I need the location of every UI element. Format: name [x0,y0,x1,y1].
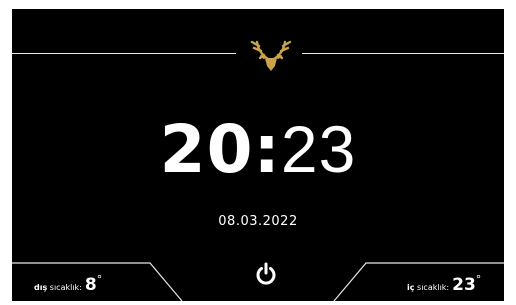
thermostat-screen: 20:23 08.03.2022 dış sıcaklık: 8° iç sıca… [12,9,504,301]
bottom-frame-lines [12,262,504,301]
outdoor-temperature-label: dış sıcaklık: [34,283,82,292]
outdoor-temperature: dış sıcaklık: 8° [34,273,103,295]
outdoor-temperature-value: 8 [84,275,97,295]
indoor-temperature-value: 23 [452,275,476,295]
indoor-degree-symbol: ° [475,273,482,286]
power-button[interactable] [255,262,277,286]
power-icon [256,262,276,285]
outdoor-degree-symbol: ° [96,273,103,286]
indoor-temperature-label: iç sıcaklık: [407,283,450,292]
indoor-temperature: iç sıcaklık: 23° [407,273,482,295]
